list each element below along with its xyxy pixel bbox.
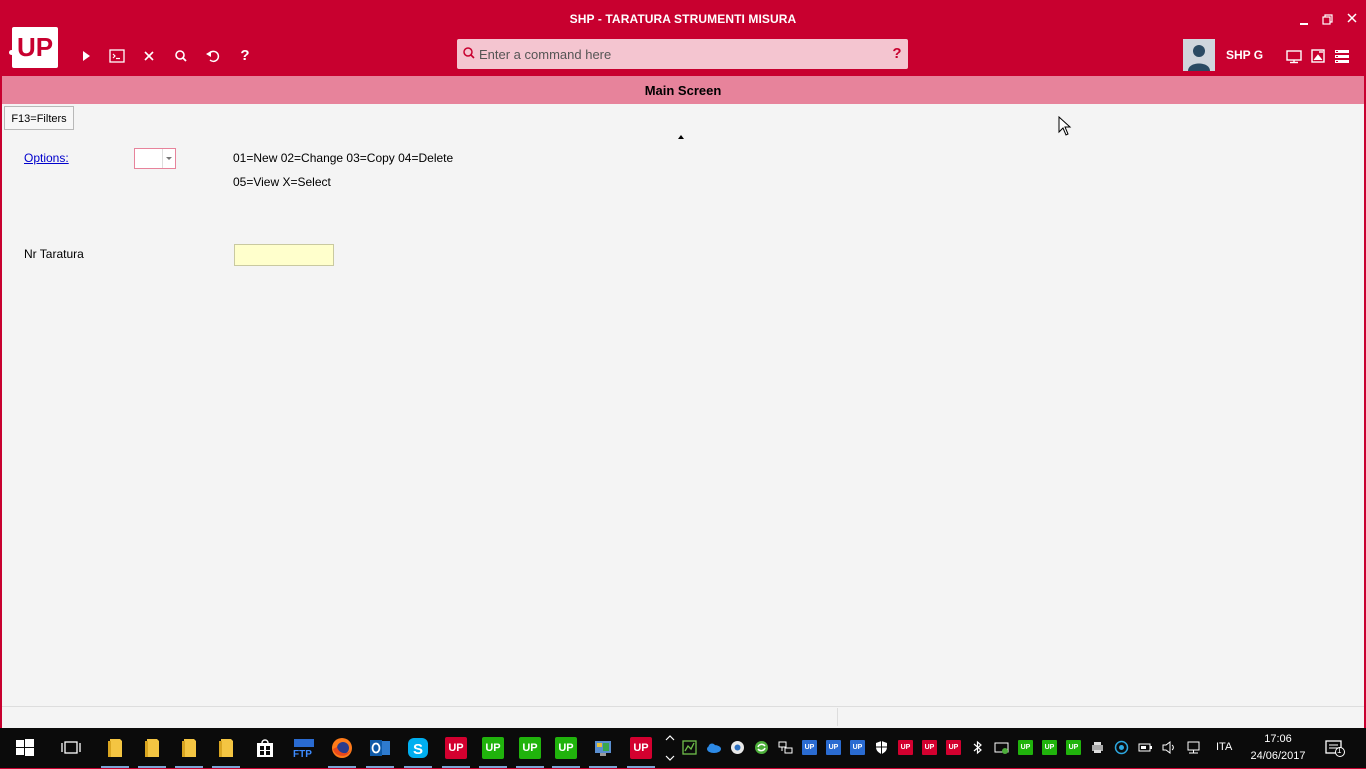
onedrive-icon[interactable]: [706, 740, 721, 755]
task-view-icon[interactable]: [60, 737, 82, 759]
options-select[interactable]: [134, 148, 176, 169]
up-blue-tray-icon[interactable]: UP: [826, 740, 841, 755]
monitor-icon[interactable]: [1285, 47, 1303, 65]
globe-icon[interactable]: [730, 740, 745, 755]
command-input[interactable]: [479, 44, 879, 64]
window-title: SHP - TARATURA STRUMENTI MISURA: [569, 12, 797, 26]
play-icon[interactable]: [76, 46, 96, 66]
chevron-down-icon[interactable]: [162, 149, 175, 168]
wifi-icon[interactable]: [1114, 740, 1129, 755]
folder-icon[interactable]: [141, 737, 163, 759]
volume-icon[interactable]: [1161, 740, 1176, 755]
tray-monitor-icon[interactable]: [994, 740, 1009, 755]
up-red-app-icon[interactable]: UP: [445, 737, 467, 759]
store-icon[interactable]: [254, 737, 276, 759]
server-list-icon[interactable]: [1333, 47, 1351, 65]
folder-icon[interactable]: [215, 737, 237, 759]
notifications-icon[interactable]: 1: [1325, 739, 1345, 757]
status-divider: [837, 708, 838, 726]
network-share-icon[interactable]: [778, 740, 793, 755]
ftp-icon[interactable]: FTP: [290, 737, 318, 760]
close-icon[interactable]: [139, 46, 159, 66]
svg-text:FTP: FTP: [293, 749, 312, 759]
up-blue-tray-icon[interactable]: UP: [802, 740, 817, 755]
folder-icon[interactable]: [178, 737, 200, 759]
undo-icon[interactable]: [203, 46, 223, 66]
options-help-line1: 01=New 02=Change 03=Copy 04=Delete: [233, 151, 454, 165]
mouse-cursor-icon: [1058, 115, 1072, 141]
terminal-icon[interactable]: [107, 46, 127, 66]
collapse-arrow-icon[interactable]: [678, 135, 684, 139]
battery-icon[interactable]: [1138, 740, 1153, 755]
bluetooth-icon[interactable]: [970, 740, 985, 755]
notifications-count: 1: [1337, 746, 1342, 755]
language-indicator[interactable]: ITA: [1216, 741, 1232, 753]
printer-icon[interactable]: [1090, 740, 1105, 755]
options-link[interactable]: Options:: [24, 151, 69, 165]
taskbar: FTP S UP UP UP UP UP UP UP UP UP UP UP U…: [0, 728, 1366, 768]
command-help-icon[interactable]: ?: [890, 44, 904, 64]
svg-text:S: S: [413, 741, 423, 758]
up-red-tray-icon[interactable]: UP: [898, 740, 913, 755]
clock-date[interactable]: 24/06/2017: [1248, 750, 1308, 762]
network-icon[interactable]: [1186, 740, 1201, 755]
screen-header: Main Screen: [2, 76, 1364, 104]
up-blue-tray-icon[interactable]: UP: [850, 740, 865, 755]
nr-taratura-label: Nr Taratura: [24, 247, 84, 261]
close-window-icon[interactable]: [1341, 8, 1363, 30]
image-edit-icon[interactable]: [1309, 47, 1327, 65]
tray-expand-icon[interactable]: [663, 732, 678, 764]
title-bar: SHP - TARATURA STRUMENTI MISURA: [0, 0, 1366, 38]
clock-time[interactable]: 17:06: [1248, 733, 1308, 745]
up-red-tray-icon[interactable]: UP: [922, 740, 937, 755]
up-green-app-icon[interactable]: UP: [519, 737, 541, 759]
options-help-line2: 05=View X=Select: [233, 175, 331, 189]
firefox-icon[interactable]: [331, 737, 353, 759]
restore-icon[interactable]: [1317, 8, 1339, 30]
minimize-icon[interactable]: [1293, 8, 1315, 30]
up-green-app-icon[interactable]: UP: [555, 737, 577, 759]
folder-icon[interactable]: [104, 737, 126, 759]
up-green-tray-icon[interactable]: UP: [1018, 740, 1033, 755]
help-icon[interactable]: ?: [235, 46, 255, 66]
app-icon[interactable]: [592, 737, 614, 759]
search-icon[interactable]: [171, 46, 191, 66]
tray-app-icon[interactable]: [682, 740, 697, 755]
status-bar: [2, 706, 1364, 728]
filters-button[interactable]: F13=Filters: [4, 106, 74, 130]
command-bar[interactable]: ?: [457, 39, 908, 69]
nr-taratura-input[interactable]: [234, 244, 334, 266]
up-logo[interactable]: UP: [12, 27, 58, 68]
sync-icon[interactable]: [754, 740, 769, 755]
outlook-icon[interactable]: [369, 737, 391, 759]
up-green-app-icon[interactable]: UP: [482, 737, 504, 759]
windows-start-icon[interactable]: [14, 737, 36, 759]
skype-icon[interactable]: S: [407, 737, 429, 759]
up-red-app-icon[interactable]: UP: [630, 737, 652, 759]
up-green-tray-icon[interactable]: UP: [1066, 740, 1081, 755]
search-icon: [461, 45, 477, 61]
up-green-tray-icon[interactable]: UP: [1042, 740, 1057, 755]
shield-icon[interactable]: [874, 740, 889, 755]
avatar[interactable]: [1183, 39, 1215, 71]
up-red-tray-icon[interactable]: UP: [946, 740, 961, 755]
main-screen: Main Screen F13=Filters Options: 01=New …: [2, 76, 1364, 728]
user-name[interactable]: SHP G: [1226, 48, 1263, 62]
